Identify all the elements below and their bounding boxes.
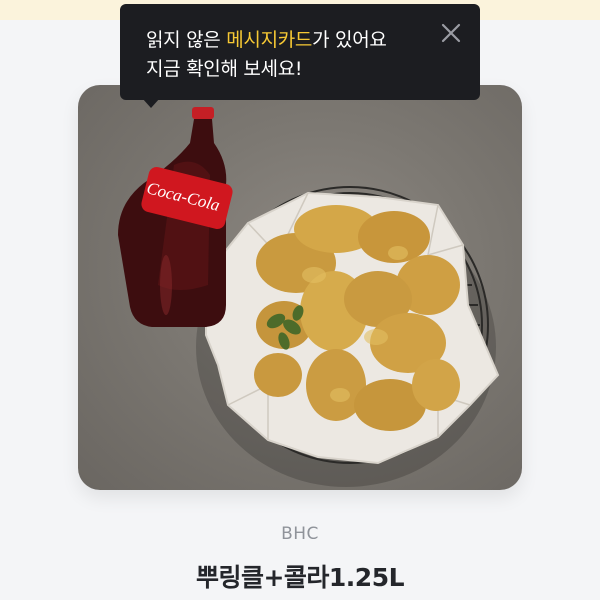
close-icon[interactable] bbox=[436, 18, 466, 48]
tooltip-arrow bbox=[142, 98, 160, 108]
cola-bottle: Coca-Cola bbox=[118, 107, 233, 327]
product-brand: BHC bbox=[281, 524, 319, 544]
tooltip-highlight: 메시지카드 bbox=[226, 29, 313, 51]
tooltip-line2: 지금 확인해 보세요! bbox=[146, 58, 303, 80]
product-name[interactable]: 뿌링클+콜라1.25L bbox=[0, 558, 600, 594]
unread-message-tooltip[interactable]: 읽지 않은 메시지카드가 있어요 지금 확인해 보세요! bbox=[120, 4, 480, 108]
fried-chicken-and-cola-image: Coca-Cola bbox=[118, 107, 500, 487]
tooltip-line1-suffix: 가 있어요 bbox=[312, 29, 387, 51]
tooltip-message: 읽지 않은 메시지카드가 있어요 지금 확인해 보세요! bbox=[146, 26, 436, 84]
tooltip-line1-prefix: 읽지 않은 bbox=[146, 29, 227, 51]
product-image-card[interactable]: Coca-Cola bbox=[78, 85, 522, 490]
